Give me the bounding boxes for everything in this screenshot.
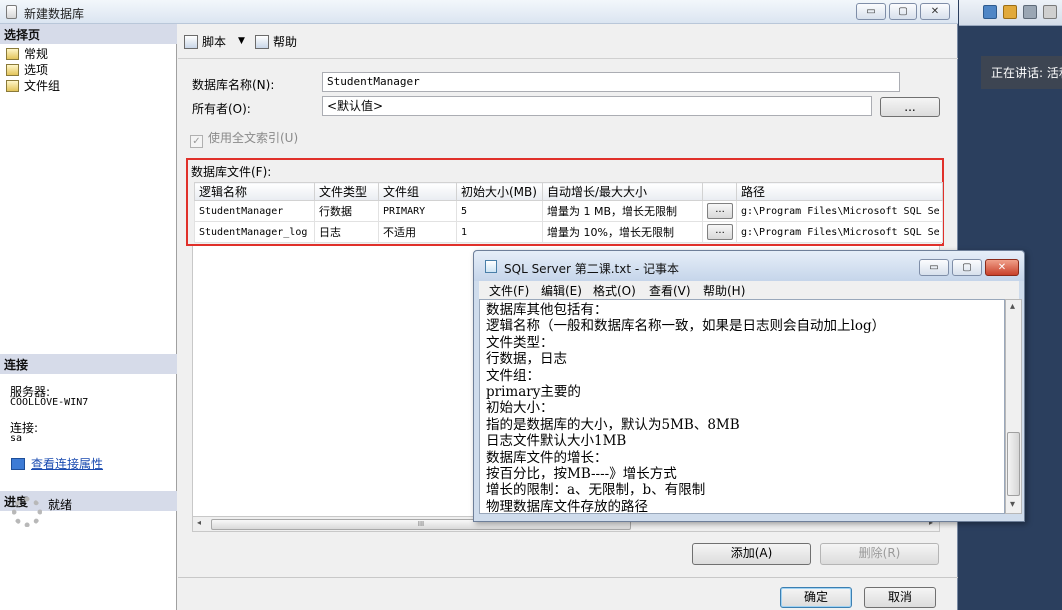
tools-icon[interactable] <box>1023 5 1037 19</box>
nav-item-options[interactable]: 选项 <box>6 62 48 78</box>
column-header[interactable]: 文件类型 <box>314 182 379 201</box>
progress-spinner-icon <box>12 497 42 527</box>
ok-button[interactable]: 确定 <box>780 587 852 608</box>
script-button[interactable]: 脚本 <box>184 33 226 50</box>
path-cell[interactable]: g:\Program Files\Microsoft SQL Se <box>736 221 943 243</box>
autogrowth-browse-button[interactable]: ... <box>707 224 733 240</box>
dialog-title: 新建数据库 <box>24 7 85 21</box>
autogrowth-cell: 增量为 10%，增长无限制 <box>542 221 703 243</box>
path-cell[interactable]: g:\Program Files\Microsoft SQL Se <box>736 200 943 222</box>
connection-header: 连接 <box>0 354 177 374</box>
scroll-down-icon[interactable]: ▾ <box>1010 499 1015 510</box>
notepad-maximize-button[interactable]: ▢ <box>952 259 982 276</box>
filegroup-cell[interactable]: 不适用 <box>378 221 457 243</box>
owner-browse-button[interactable]: ... <box>880 97 940 117</box>
scroll-thumb[interactable] <box>1007 432 1020 496</box>
toolbar-icon[interactable] <box>983 5 997 19</box>
remove-button[interactable]: 删除(R) <box>820 543 939 565</box>
notepad-title: SQL Server 第二课.txt - 记事本 <box>504 262 680 276</box>
server-value: COOLLOVE-WIN7 <box>10 397 89 408</box>
logical-name-cell[interactable]: StudentManager <box>194 200 315 222</box>
script-dropdown-icon[interactable]: ▼ <box>238 36 245 46</box>
checkbox-icon: ✓ <box>190 135 203 148</box>
script-icon <box>184 35 198 49</box>
toolbar-divider <box>178 58 958 59</box>
menu-help[interactable]: 帮助(H) <box>703 282 745 299</box>
autogrowth-edit-cell: ... <box>702 200 737 222</box>
close-button[interactable]: ✕ <box>920 3 950 20</box>
database-icon <box>6 5 17 19</box>
menu-edit[interactable]: 编辑(E) <box>541 282 582 299</box>
notepad-titlebar[interactable]: SQL Server 第二课.txt - 记事本 ▭ ▢ ✕ <box>474 251 1024 281</box>
select-page-header: 选择页 <box>0 24 177 44</box>
view-connection-properties-link[interactable]: 查看连接属性 <box>11 455 103 472</box>
nav-item-general[interactable]: 常规 <box>6 46 48 62</box>
help-button[interactable]: 帮助 <box>255 33 297 50</box>
toolbar-icon[interactable] <box>1003 5 1017 19</box>
database-files-panel: 数据库文件(F): 逻辑名称 文件类型 文件组 初始大小(MB) 自动增长/最大… <box>186 158 944 246</box>
initial-size-cell[interactable]: 1 <box>456 221 543 243</box>
speaking-indicator: 正在讲话: 活和 <box>981 56 1062 89</box>
menu-view[interactable]: 查看(V) <box>649 282 691 299</box>
grid-header-row: 逻辑名称 文件类型 文件组 初始大小(MB) 自动增长/最大大小 路径 <box>194 182 943 201</box>
autogrowth-cell: 增量为 1 MB，增长无限制 <box>542 200 703 222</box>
column-header[interactable] <box>702 182 737 201</box>
notepad-close-button[interactable]: ✕ <box>985 259 1019 276</box>
table-row[interactable]: StudentManager 行数据 PRIMARY 5 增量为 1 MB，增长… <box>194 200 943 222</box>
fulltext-index-checkbox[interactable]: ✓ 使用全文索引(U) <box>190 129 298 148</box>
file-type-cell[interactable]: 日志 <box>314 221 379 243</box>
notepad-icon <box>485 260 497 273</box>
notepad-menubar: 文件(F) 编辑(E) 格式(O) 查看(V) 帮助(H) <box>479 281 1019 299</box>
toolbar-icon[interactable] <box>1043 5 1057 19</box>
notepad-vertical-scrollbar[interactable]: ▴ ▾ <box>1005 299 1022 514</box>
dialog-titlebar: 新建数据库 ▭ ▢ ✕ <box>0 0 958 24</box>
db-name-input[interactable]: StudentManager <box>322 72 900 92</box>
column-header[interactable]: 逻辑名称 <box>194 182 315 201</box>
db-name-label: 数据库名称(N): <box>192 78 275 92</box>
owner-input[interactable]: <默认值> <box>322 96 872 116</box>
cancel-button[interactable]: 取消 <box>864 587 936 608</box>
page-icon <box>6 64 19 76</box>
maximize-button[interactable]: ▢ <box>889 3 917 20</box>
file-type-cell[interactable]: 行数据 <box>314 200 379 222</box>
autogrowth-browse-button[interactable]: ... <box>707 203 733 219</box>
notepad-minimize-button[interactable]: ▭ <box>919 259 949 276</box>
add-button[interactable]: 添加(A) <box>692 543 811 565</box>
column-header[interactable]: 文件组 <box>378 182 457 201</box>
nav-item-filegroups[interactable]: 文件组 <box>6 78 60 94</box>
autogrowth-edit-cell: ... <box>702 221 737 243</box>
connection-value: sa <box>10 433 23 444</box>
progress-status: 就绪 <box>48 498 73 512</box>
database-files-title: 数据库文件(F): <box>191 165 272 179</box>
page-icon <box>6 48 19 60</box>
table-row[interactable]: StudentManager_log 日志 不适用 1 增量为 10%，增长无限… <box>194 221 943 243</box>
menu-format[interactable]: 格式(O) <box>593 282 636 299</box>
minimize-button[interactable]: ▭ <box>856 3 886 20</box>
properties-icon <box>11 458 25 470</box>
scroll-left-icon[interactable]: ◂ <box>197 518 201 527</box>
help-icon <box>255 35 269 49</box>
page-icon <box>6 80 19 92</box>
notepad-text-area[interactable]: 数据库其他包括有： 逻辑名称（一般和数据库名称一致，如果是日志则会自动加上log… <box>479 299 1005 514</box>
column-header[interactable]: 初始大小(MB) <box>456 182 543 201</box>
column-header[interactable]: 路径 <box>736 182 943 201</box>
notepad-window: SQL Server 第二课.txt - 记事本 ▭ ▢ ✕ 文件(F) 编辑(… <box>473 250 1025 522</box>
database-files-grid: 逻辑名称 文件类型 文件组 初始大小(MB) 自动增长/最大大小 路径 Stud… <box>194 182 943 243</box>
column-header[interactable]: 自动增长/最大大小 <box>542 182 703 201</box>
scroll-up-icon[interactable]: ▴ <box>1010 301 1015 312</box>
logical-name-cell[interactable]: StudentManager_log <box>194 221 315 243</box>
initial-size-cell[interactable]: 5 <box>456 200 543 222</box>
menu-file[interactable]: 文件(F) <box>489 282 529 299</box>
background-toolbar <box>959 0 1062 26</box>
owner-label: 所有者(O): <box>192 102 251 116</box>
footer-divider <box>178 577 958 578</box>
filegroup-cell[interactable]: PRIMARY <box>378 200 457 222</box>
